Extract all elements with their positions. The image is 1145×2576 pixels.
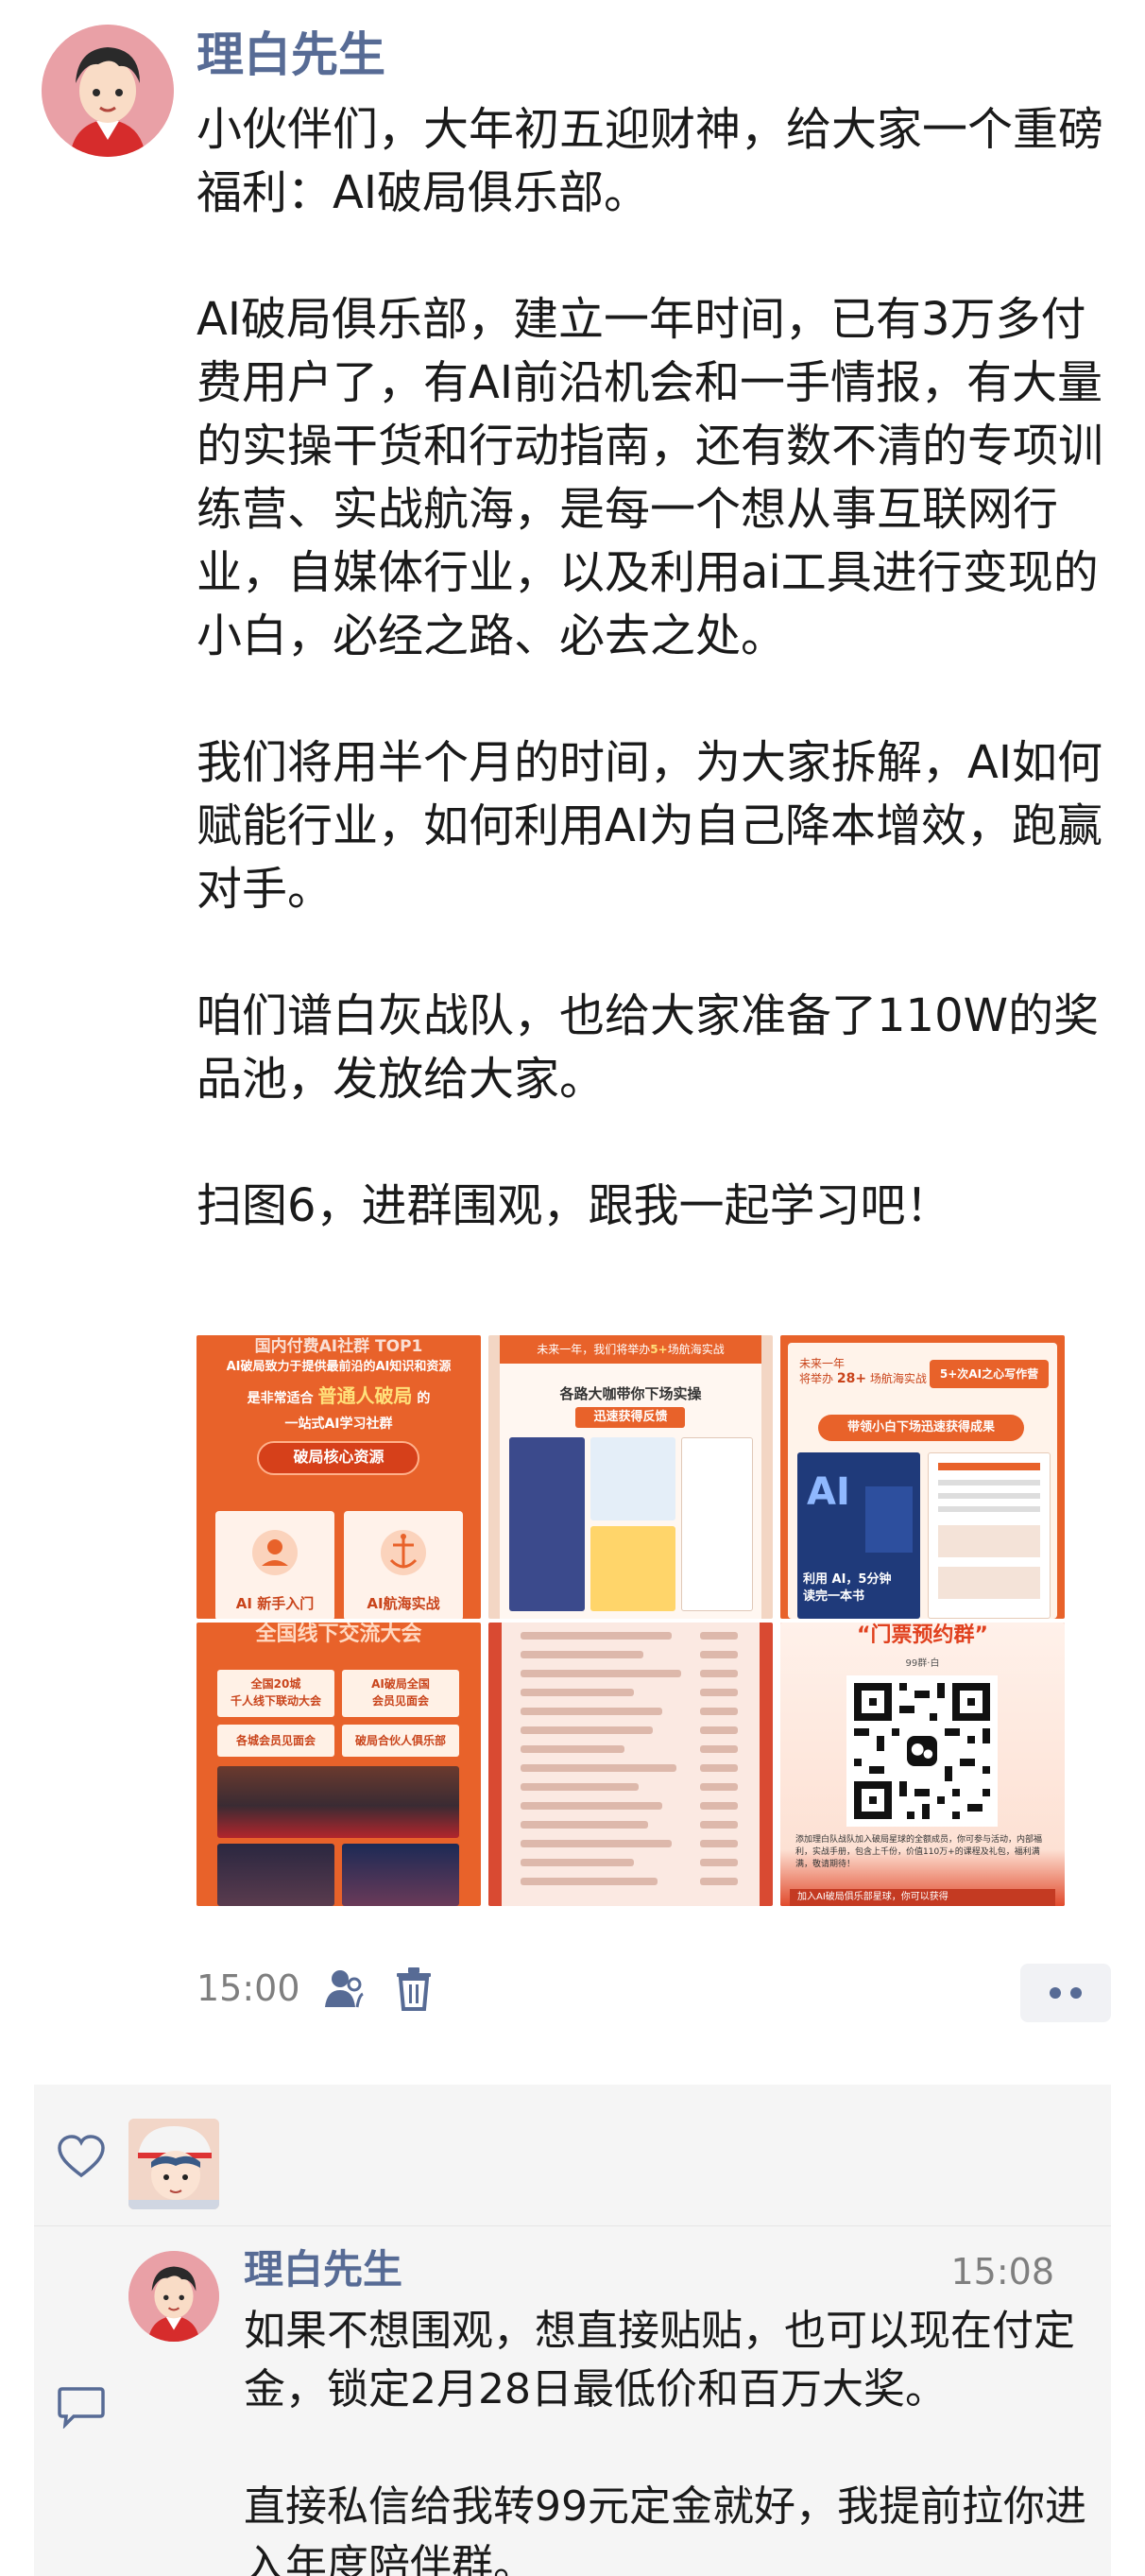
img5-blurred-list: [502, 1623, 760, 1906]
post-image-3[interactable]: 未来一年 将举办 28+ 场航海实战 5+次AI之心写作营 带领小白下场迅速获得…: [780, 1335, 1065, 1619]
liker-avatar[interactable]: [128, 2119, 219, 2209]
img4-photo1: [217, 1766, 459, 1838]
post-paragraph: 咱们谱白灰战队，也给大家准备了110W的奖品池，发放给大家。: [197, 989, 1100, 1106]
img1-line2: AI破局致力于提供最前沿的AI知识和资源: [226, 1360, 452, 1374]
img4-photo3: [342, 1844, 459, 1906]
post-paragraph: AI破局俱乐部，建立一年时间，已有3万多付费用户了，有AI前沿机会和一手情报，有…: [197, 293, 1104, 662]
comment-paragraph: 直接私信给我转99元定金就好，我提前拉你进入年度陪伴群。: [244, 2482, 1086, 2576]
img3-heading: 未来一年 将举办 28+ 场航海实战: [799, 1357, 927, 1386]
img2-line1: 未来一年，我们将举办5+场航海实战: [537, 1343, 725, 1356]
post-time: 15:00: [197, 1967, 300, 2009]
img1-card2: AI航海实战: [344, 1511, 463, 1619]
post-image-6[interactable]: “门票预约群” 99群·白 添加理白队战队加入破局星球的全额成员，你可参与活动，…: [780, 1623, 1065, 1906]
img3-badge: 5+次AI之心写作营: [930, 1360, 1049, 1388]
img4-photo2: [217, 1844, 334, 1906]
commenter-avatar[interactable]: [128, 2251, 219, 2342]
comment-paragraph: 如果不想围观，想直接贴贴，也可以现在付定金，锁定2月28日最低价和百万大奖。: [244, 2307, 1075, 2413]
img3-banner: 带领小白下场迅速获得成果: [818, 1415, 1024, 1441]
post-image-1[interactable]: 国内付费AI社群 TOP1 AI破局致力于提供最前沿的AI知识和资源 是非常适合…: [197, 1335, 481, 1619]
img1-button: 破局核心资源: [293, 1448, 385, 1466]
img6-caption: 添加理白队战队加入破局星球的全额成员，你可参与活动，内部福利，实战手册，包含上千…: [795, 1835, 1043, 1869]
post-paragraph: 小伙伴们，大年初五迎财神，给大家一个重磅福利：AI破局俱乐部。: [197, 103, 1104, 219]
img6-title: “门票预约群”: [857, 1623, 988, 1647]
comment-text[interactable]: 如果不想围观，想直接贴贴，也可以现在付定金，锁定2月28日最低价和百万大奖。 直…: [244, 2302, 1094, 2576]
img1-line1: 国内付费AI社群 TOP1: [254, 1337, 423, 1356]
post-image-4[interactable]: 全国线下交流大会 全国20城 千人线下联动大会 AI破局全国 会员见面会 各城会员见…: [197, 1623, 481, 1906]
post-image-2[interactable]: 未来一年，我们将举办5+场航海实战 各路大咖带你下场实操 迅速获得反馈: [488, 1335, 773, 1619]
qr-code[interactable]: [846, 1675, 998, 1827]
trash-icon[interactable]: [385, 1960, 442, 2017]
img2-card1: [590, 1437, 675, 1520]
interaction-panel: 理白先生 15:08 如果不想围观，想直接贴贴，也可以现在付定金，锁定2月28日…: [34, 2085, 1111, 2576]
author-avatar[interactable]: [42, 25, 174, 157]
img4-item1: 全国20城 千人线下联动大会: [217, 1670, 334, 1717]
img1-line4: 一站式AI学习社群: [284, 1417, 393, 1432]
post-text: 小伙伴们，大年初五迎财神，给大家一个重磅福利：AI破局俱乐部。 AI破局俱乐部，…: [197, 98, 1113, 1238]
img1-line3: 是非常适合 普通人破局 的: [247, 1384, 431, 1407]
author-name[interactable]: 理白先生: [197, 26, 385, 83]
more-icon[interactable]: [1020, 1964, 1111, 2022]
img6-sub: 99群·白: [905, 1658, 940, 1669]
img2-line3: 迅速获得反馈: [593, 1410, 668, 1424]
img3-list: [928, 1452, 1051, 1619]
post-paragraph: 扫图6，进群围观，跟我一起学习吧！: [197, 1179, 951, 1232]
comment-author[interactable]: 理白先生: [244, 2241, 402, 2298]
img3-book: AI 利用 AI，5分钟 读完一本书: [797, 1452, 920, 1619]
comment-icon: [57, 2385, 106, 2430]
img6-footer: 加入AI破局俱乐部星球，你可以获得: [790, 1889, 1055, 1906]
img4-item4: 破局合伙人俱乐部: [342, 1725, 459, 1757]
post-meta: 15:00: [197, 1960, 455, 2017]
img2-line2: 各路大咖带你下场实操: [559, 1385, 702, 1402]
img1-card1: AI 新手入门: [215, 1511, 334, 1619]
img4-item3: 各城会员见面会: [217, 1725, 334, 1757]
img4-item2: AI破局全国 会员见面会: [342, 1670, 459, 1717]
img2-list: [681, 1437, 753, 1611]
post-paragraph: 我们将用半个月的时间，为大家拆解，AI如何赋能行业，如何利用AI为自己降本增效，…: [197, 736, 1102, 916]
likes-row: [34, 2085, 1111, 2226]
img2-card2: [590, 1526, 675, 1611]
post-image-5[interactable]: [488, 1623, 773, 1906]
img2-book1: [509, 1437, 585, 1611]
heart-icon: [57, 2134, 106, 2179]
img4-header: 全国线下交流大会: [255, 1623, 422, 1646]
image-grid: 国内付费AI社群 TOP1 AI破局致力于提供最前沿的AI知识和资源 是非常适合…: [197, 1335, 1066, 1906]
comment-time: 15:08: [950, 2251, 1054, 2293]
person-icon[interactable]: [316, 1960, 372, 2017]
moments-post: 理白先生 小伙伴们，大年初五迎财神，给大家一个重磅福利：AI破局俱乐部。 AI破…: [0, 0, 1145, 2576]
